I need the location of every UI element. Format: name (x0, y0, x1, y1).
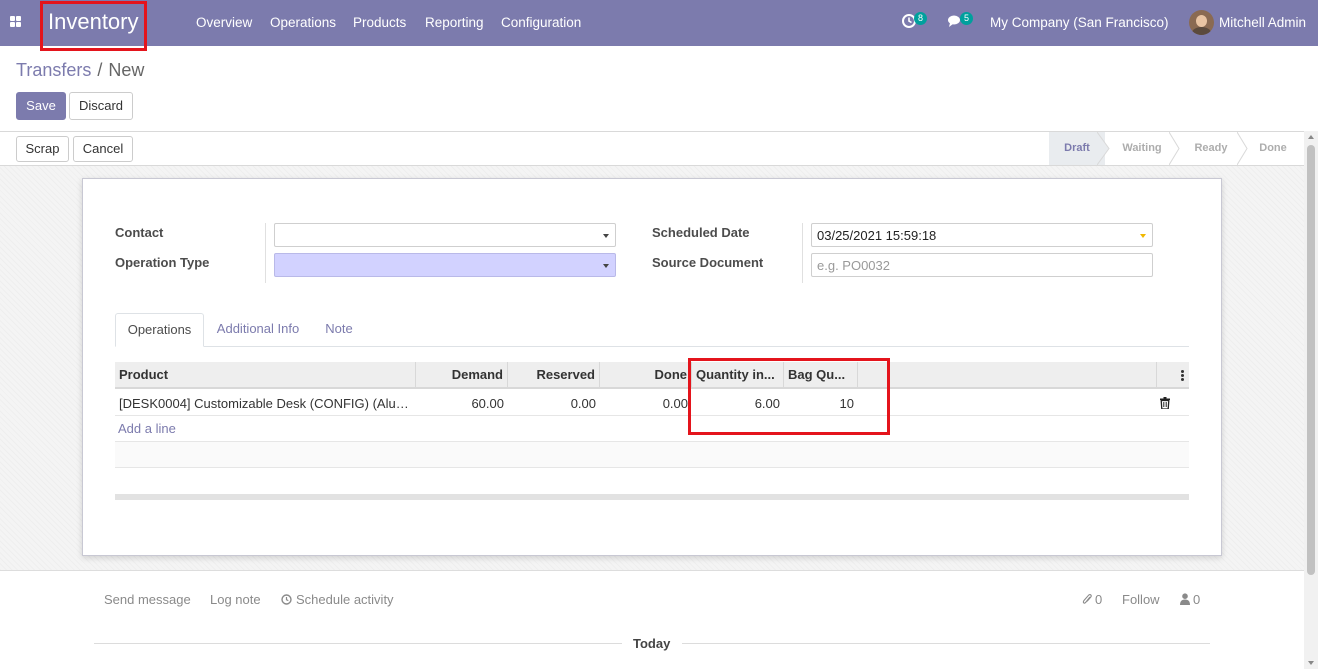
stage-arrow-1 (1097, 132, 1110, 165)
menu-products[interactable]: Products (353, 15, 406, 31)
scroll-up-arrow-icon[interactable] (1308, 135, 1314, 139)
today-divider-right (682, 643, 1210, 644)
top-navbar: Inventory Overview Operations Products R… (0, 0, 1318, 46)
field-divider-left (265, 223, 266, 283)
menu-reporting[interactable]: Reporting (425, 15, 484, 31)
breadcrumb-transfers[interactable]: Transfers (16, 60, 91, 80)
cell-done[interactable]: 0.00 (600, 390, 692, 416)
paperclip-icon[interactable] (1082, 593, 1093, 606)
field-divider-right (802, 223, 803, 283)
contact-label: Contact (115, 225, 164, 240)
operation-type-dropdown-icon[interactable] (603, 264, 609, 268)
stage-ready[interactable]: Ready (1179, 132, 1243, 165)
message-count-badge: 5 (960, 12, 973, 25)
column-demand[interactable]: Demand (416, 362, 508, 387)
stage-arrow-3 (1237, 132, 1248, 165)
operations-table-header: Product Demand Reserved Done Quantity in… (115, 362, 1189, 389)
contact-dropdown-icon[interactable] (603, 234, 609, 238)
source-document-placeholder: e.g. PO0032 (817, 258, 890, 273)
operations-table-footer (115, 494, 1189, 500)
apps-grid-icon[interactable] (10, 16, 22, 28)
cell-product[interactable]: [DESK0004] Customizable Desk (CONFIG) (A… (115, 390, 416, 416)
source-document-field[interactable]: e.g. PO0032 (811, 253, 1153, 277)
breadcrumb-current: New (108, 60, 145, 80)
stage-arrow-2 (1169, 132, 1180, 165)
send-message-button[interactable]: Send message (104, 592, 191, 608)
stage-done[interactable]: Done (1247, 132, 1299, 165)
source-document-label: Source Document (652, 255, 764, 270)
table-empty-row (115, 442, 1189, 468)
tab-additional-info[interactable]: Additional Info (210, 313, 306, 347)
page-scrollbar[interactable] (1304, 131, 1318, 669)
today-separator: Today (633, 636, 671, 651)
clock-icon (281, 594, 292, 605)
column-divider-options (1156, 362, 1157, 387)
user-menu[interactable]: Mitchell Admin (1219, 15, 1306, 31)
menu-overview[interactable]: Overview (196, 15, 252, 31)
form-statusbar: Scrap Cancel Draft Waiting Ready Done (0, 131, 1304, 166)
column-done[interactable]: Done (600, 362, 692, 387)
contact-field[interactable] (274, 223, 616, 247)
log-note-button[interactable]: Log note (210, 592, 261, 608)
table-empty-row (115, 468, 1189, 494)
scrap-button[interactable]: Scrap (16, 136, 69, 162)
followers-count[interactable]: 0 (1193, 592, 1200, 608)
save-button[interactable]: Save (16, 92, 66, 120)
tab-note[interactable]: Note (316, 313, 362, 347)
scheduled-date-field[interactable]: 03/25/2021 15:59:18 (811, 223, 1153, 247)
scrollbar-thumb[interactable] (1307, 145, 1315, 575)
attachment-count[interactable]: 0 (1095, 592, 1102, 608)
cell-demand[interactable]: 60.00 (416, 390, 508, 416)
column-product[interactable]: Product (115, 362, 416, 387)
cancel-button[interactable]: Cancel (73, 136, 133, 162)
breadcrumb-separator: / (97, 60, 103, 80)
today-divider-left (94, 643, 622, 644)
scheduled-date-label: Scheduled Date (652, 225, 750, 240)
menu-operations[interactable]: Operations (270, 15, 336, 31)
column-reserved[interactable]: Reserved (508, 362, 600, 387)
stage-waiting[interactable]: Waiting (1109, 132, 1175, 165)
column-options-icon[interactable] (1181, 370, 1184, 381)
operation-type-label: Operation Type (115, 255, 210, 270)
company-switcher[interactable]: My Company (San Francisco) (990, 15, 1169, 31)
add-line-row (115, 416, 1189, 442)
breadcrumb: Transfers / New (16, 59, 144, 81)
menu-configuration[interactable]: Configuration (501, 15, 581, 31)
schedule-activity-button[interactable]: Schedule activity (296, 592, 394, 608)
follow-button[interactable]: Follow (1122, 592, 1160, 608)
tab-operations[interactable]: Operations (115, 313, 204, 347)
date-picker-icon[interactable] (1140, 234, 1146, 238)
discard-button[interactable]: Discard (69, 92, 133, 120)
cell-reserved[interactable]: 0.00 (508, 390, 600, 416)
activity-count-badge: 8 (914, 12, 927, 25)
followers-user-icon[interactable] (1180, 593, 1190, 605)
table-row[interactable]: [DESK0004] Customizable Desk (CONFIG) (A… (115, 390, 1189, 416)
delete-row-icon[interactable] (1160, 397, 1170, 409)
add-a-line-link[interactable]: Add a line (118, 421, 176, 437)
operation-type-field[interactable] (274, 253, 616, 277)
user-avatar[interactable] (1189, 10, 1214, 35)
highlight-box-app-title (40, 1, 147, 51)
scheduled-date-value: 03/25/2021 15:59:18 (817, 228, 937, 243)
scroll-down-arrow-icon[interactable] (1308, 661, 1314, 665)
highlight-box-quantity-columns (688, 358, 890, 435)
